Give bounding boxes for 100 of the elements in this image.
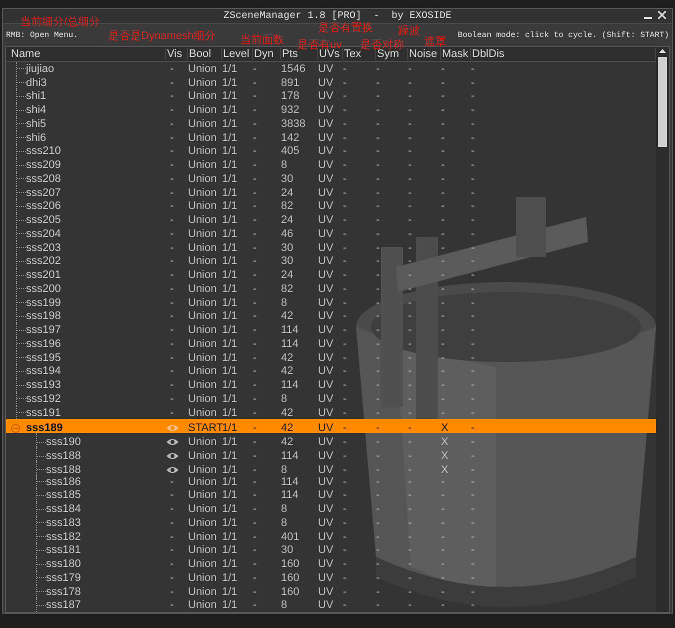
table-cell-text: Union <box>188 516 218 529</box>
table-cell-text: - <box>169 242 175 254</box>
table-cell-text: - <box>441 186 446 199</box>
table-cell-text: - <box>169 392 175 405</box>
table-row[interactable]: sss193 - Union 1/1 - 114 UV - - - - - <box>6 378 656 392</box>
table-row[interactable]: sss196 - Union 1/1 - 114 UV - - - - - <box>6 336 656 351</box>
table-row[interactable]: sss190 Union 1/1 - 42 UV - - - X - <box>6 433 656 448</box>
table-cell-text: UV <box>318 90 334 102</box>
eye-icon[interactable] <box>166 466 179 474</box>
table-row[interactable]: sss178 - Union 1/1 - 160 UV - - - - - <box>6 584 656 598</box>
close-icon[interactable] <box>658 11 666 19</box>
eye-icon[interactable] <box>166 452 179 460</box>
table-row[interactable]: sss206 - Union 1/1 - 82 UV - - - - - <box>6 199 656 214</box>
column-header[interactable]: Noise <box>408 48 441 60</box>
table-cell-text: UV <box>318 228 334 240</box>
table-cell-text: 1/1 <box>222 392 238 405</box>
table-row[interactable]: sss207 - Union 1/1 - 24 UV - - - - - <box>6 186 656 200</box>
table-cell-text: - <box>253 186 258 199</box>
table-cell-text: - <box>441 90 446 102</box>
column-header[interactable]: Bool <box>188 48 222 60</box>
object-name: sss198 <box>26 310 61 322</box>
table-row[interactable]: sss182 - Union 1/1 - 401 UV - - - - - <box>6 530 656 544</box>
table-row[interactable]: sss180 - Union 1/1 - 160 UV - - - - - <box>6 557 656 571</box>
table-row[interactable]: sss201 - Union 1/1 - 24 UV - - - - - <box>6 268 656 282</box>
table-row[interactable]: sss195 - Union 1/1 - 42 UV - - - - - <box>6 350 656 364</box>
table-row[interactable]: shi1 - Union 1/1 - 178 UV - - - - - <box>6 89 656 104</box>
column-header[interactable]: Mask <box>441 48 471 60</box>
table-row[interactable]: sss202 - Union 1/1 - 30 UV - - - - - <box>6 254 656 268</box>
object-name: sss194 <box>26 365 61 378</box>
scroll-up-icon[interactable] <box>658 47 667 55</box>
table-row[interactable]: jiujiao - Union 1/1 - 1546 UV - - - - - <box>6 62 656 76</box>
table-cell-text: 1/1 <box>222 118 238 130</box>
table-row[interactable]: sss199 - Union 1/1 - 8 UV - - - - - <box>6 296 656 310</box>
table-cell-text: Union <box>188 558 218 570</box>
table-cell-text: - <box>169 365 175 378</box>
table-cell-text: X <box>441 464 450 476</box>
table-row[interactable]: sss194 - Union 1/1 - 42 UV - - - - - <box>6 364 656 378</box>
table-row[interactable]: sss192 - Union 1/1 - 8 UV - - - - - <box>6 392 656 406</box>
table-cell-text: - <box>408 599 413 612</box>
table-cell-text: - <box>441 338 446 350</box>
tree-connector <box>16 103 26 117</box>
table-row[interactable]: sss204 - Union 1/1 - 46 UV - - - - - <box>6 226 656 241</box>
table-row[interactable]: sss179 - Union 1/1 - 160 UV - - - - - <box>6 570 656 585</box>
table-cell-text: - <box>169 200 175 212</box>
column-header[interactable]: Name <box>10 48 166 60</box>
table-cell-text: 1546 <box>281 62 306 75</box>
table-cell-text: - <box>169 296 175 309</box>
table-cell-text: - <box>253 338 258 350</box>
column-header[interactable]: Level <box>222 48 253 60</box>
table-row[interactable]: sss186 - Union 1/1 - 114 UV - - - - - <box>6 474 656 488</box>
table-row[interactable]: sss203 - Union 1/1 - 30 UV - - - - - <box>6 240 656 254</box>
table-row[interactable]: sss208 - Union 1/1 - 30 UV - - - - - <box>6 172 656 186</box>
table-cell-text: - <box>343 104 348 116</box>
table-cell-text: - <box>376 118 381 130</box>
table-row[interactable]: dhi3 - Union 1/1 - 891 UV - - - - - <box>6 76 656 90</box>
table-cell-text: - <box>376 90 381 102</box>
table-cell-text: - <box>441 558 446 570</box>
table-row[interactable]: sss184 - Union 1/1 - 8 UV - - - - - <box>6 502 656 516</box>
table-cell-text: - <box>253 406 258 419</box>
table-cell-text: Union <box>188 464 218 476</box>
table-cell-text: - <box>376 436 381 448</box>
table-cell-text: UV <box>318 132 334 144</box>
table-row[interactable]: sss188 Union 1/1 - 114 UV - - - X - <box>6 447 656 461</box>
table-cell-text: - <box>471 558 476 570</box>
table-cell-text: 1/1 <box>222 516 238 529</box>
column-header[interactable]: Dyn <box>253 48 281 60</box>
table-cell-text: Union <box>188 200 218 212</box>
object-name: sss191 <box>26 406 61 419</box>
table-row[interactable]: sss210 - Union 1/1 - 405 UV - - - - - <box>6 144 656 158</box>
scroll-thumb[interactable] <box>658 57 667 147</box>
table-cell-text: - <box>408 76 413 89</box>
table-row[interactable]: sss197 - Union 1/1 - 114 UV - - - - - <box>6 323 656 337</box>
eye-icon[interactable] <box>166 438 179 446</box>
table-cell-text: - <box>408 282 413 295</box>
table-cell-text: - <box>253 530 258 543</box>
table-cell-text: - <box>343 530 348 543</box>
table-row[interactable]: shi5 - Union 1/1 - 3838 UV - - - - - <box>6 116 656 131</box>
table-row[interactable]: sss205 - Union 1/1 - 24 UV - - - - - <box>6 213 656 227</box>
table-cell-text: - <box>408 118 413 130</box>
table-row[interactable]: sss183 - Union 1/1 - 8 UV - - - - - <box>6 516 656 530</box>
table-row[interactable]: sss209 - Union 1/1 - 8 UV - - - - - <box>6 158 656 172</box>
table-row[interactable]: sss198 - Union 1/1 - 42 UV - - - - - <box>6 309 656 324</box>
table-cell-text: UV <box>318 62 334 75</box>
table-row[interactable]: sss181 - Union 1/1 - 30 UV - - - - - <box>6 543 656 558</box>
object-name: sss207 <box>26 186 61 199</box>
table-cell-text: Union <box>188 172 218 185</box>
scrollbar[interactable] <box>656 47 669 612</box>
table-cell-text: 932 <box>281 104 300 116</box>
column-header[interactable]: UVs <box>318 48 343 60</box>
table-row[interactable]: shi4 - Union 1/1 - 932 UV - - - - - <box>6 103 656 117</box>
table-row[interactable]: shi6 - Union 1/1 - 142 UV - - - - - <box>6 130 656 144</box>
table-cell-text: 1/1 <box>222 269 238 282</box>
table-row[interactable]: sss188 Union 1/1 - 8 UV - - - X - <box>6 460 656 475</box>
table-row[interactable]: sss185 - Union 1/1 - 114 UV - - - - - <box>6 488 656 502</box>
table-cell-text: UV <box>318 145 334 158</box>
table-cell-text: 178 <box>281 90 300 102</box>
table-cell-text: 1/1 <box>222 544 238 556</box>
table-row[interactable]: sss200 - Union 1/1 - 82 UV - - - - - <box>6 282 656 296</box>
table-row[interactable]: sss187 - Union 1/1 - 8 UV - - - - - <box>6 598 656 612</box>
column-header[interactable]: Vis <box>166 48 188 60</box>
